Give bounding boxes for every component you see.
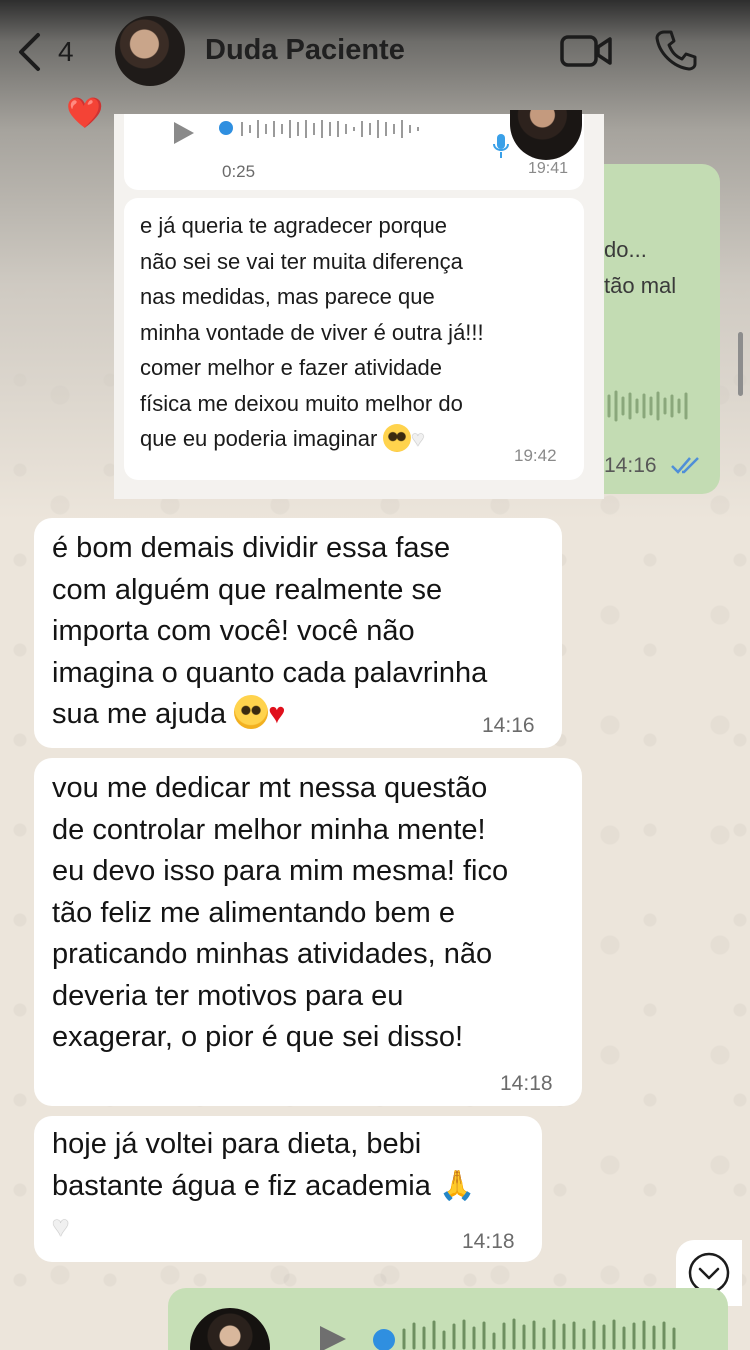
shared-screenshot-image[interactable]: 0:25 19:41 e já queria te agradecer porq… — [114, 110, 604, 499]
audio-waveform-icon — [607, 390, 688, 422]
message-time: 14:18 — [500, 1072, 553, 1095]
message-time: 14:18 — [462, 1230, 515, 1253]
play-icon[interactable] — [314, 1324, 350, 1350]
message-time: 14:16 — [604, 454, 657, 477]
sender-avatar — [510, 110, 582, 160]
scroll-indicator — [738, 332, 743, 396]
contact-name[interactable]: Duda Paciente — [205, 34, 405, 67]
white-heart-icon: ♥ — [411, 426, 425, 451]
read-ticks-icon — [671, 457, 699, 474]
message-text: e já queria te agradecer porque não sei … — [140, 213, 484, 452]
audio-waveform-icon — [219, 120, 419, 138]
phone-icon[interactable] — [654, 28, 698, 72]
audio-duration: 0:25 — [222, 162, 256, 181]
red-heart-icon: ♥ — [268, 698, 286, 730]
white-heart-icon: ♥ — [52, 1211, 70, 1243]
unread-count: 4 — [58, 36, 74, 67]
message-text: vou me dedicar mt nessa questão de contr… — [52, 772, 509, 1053]
pleading-face-icon — [234, 695, 269, 729]
incoming-message-bubble[interactable]: hoje já voltei para dieta, bebi bastante… — [34, 1116, 542, 1262]
audio-waveform-icon — [373, 1318, 676, 1350]
mic-icon — [493, 134, 509, 158]
message-text: é bom demais dividir essa fase com algué… — [52, 532, 488, 730]
heart-reaction-icon: ❤️ — [66, 97, 104, 130]
back-button[interactable]: 4 — [16, 30, 86, 74]
message-time: 14:16 — [482, 714, 535, 737]
pleading-face-icon — [383, 424, 412, 452]
folded-hands-icon: 🙏 — [438, 1169, 476, 1202]
contact-avatar[interactable] — [115, 16, 185, 86]
incoming-message-bubble[interactable]: vou me dedicar mt nessa questão de contr… — [34, 758, 582, 1106]
outgoing-partial-text: do... tão mal — [604, 237, 677, 298]
video-call-icon[interactable] — [560, 32, 612, 70]
message-text: hoje já voltei para dieta, bebi bastante… — [52, 1128, 476, 1243]
play-icon — [174, 122, 194, 144]
chat-header: 4 Duda Paciente — [0, 0, 750, 104]
message-time: 19:42 — [514, 446, 557, 465]
chevron-left-icon — [19, 33, 40, 71]
incoming-message-bubble[interactable]: é bom demais dividir essa fase com algué… — [34, 518, 562, 748]
screenshot-audio-bubble: 0:25 19:41 — [124, 110, 584, 190]
message-time: 19:41 — [528, 160, 569, 177]
screenshot-text-bubble: e já queria te agradecer porque não sei … — [124, 198, 584, 480]
